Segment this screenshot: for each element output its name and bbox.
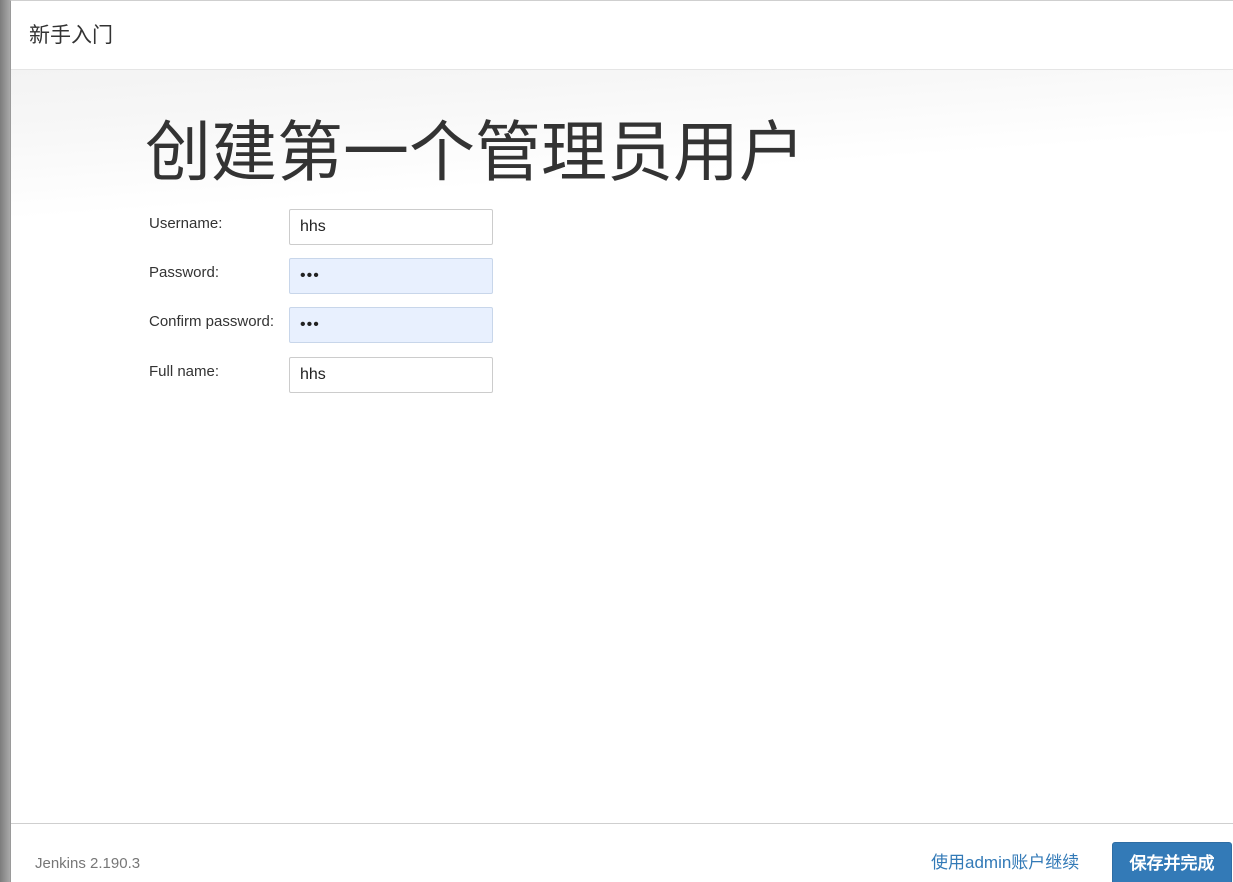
dialog-header: 新手入门: [11, 1, 1233, 70]
full-name-label: Full name:: [149, 363, 220, 380]
confirm-password-input[interactable]: [289, 307, 493, 343]
password-label: Password:: [149, 264, 220, 281]
page-heading: 创建第一个管理员用户: [145, 115, 805, 189]
password-row: Password:: [149, 258, 509, 294]
password-input[interactable]: [289, 258, 493, 294]
version-text: Jenkins 2.190.3: [35, 855, 141, 872]
continue-as-admin-link[interactable]: 使用admin账户继续: [931, 852, 1079, 874]
dialog-footer: Jenkins 2.190.3 使用admin账户继续 保存并完成: [11, 823, 1233, 882]
confirm-password-label: Confirm password:: [149, 313, 275, 330]
full-name-input[interactable]: [289, 357, 493, 393]
username-label: Username:: [149, 215, 223, 232]
dialog-body: 创建第一个管理员用户 Username: Password: Confirm p…: [11, 70, 1233, 823]
full-name-row: Full name:: [149, 357, 509, 393]
backdrop-edge: [0, 0, 10, 882]
dialog-title: 新手入门: [29, 24, 113, 47]
save-and-finish-button[interactable]: 保存并完成: [1112, 842, 1232, 882]
username-input[interactable]: [289, 209, 493, 245]
confirm-password-row: Confirm password:: [149, 307, 509, 343]
setup-wizard-dialog: 新手入门 创建第一个管理员用户 Username: Password: Conf…: [10, 0, 1233, 882]
username-row: Username:: [149, 209, 509, 245]
